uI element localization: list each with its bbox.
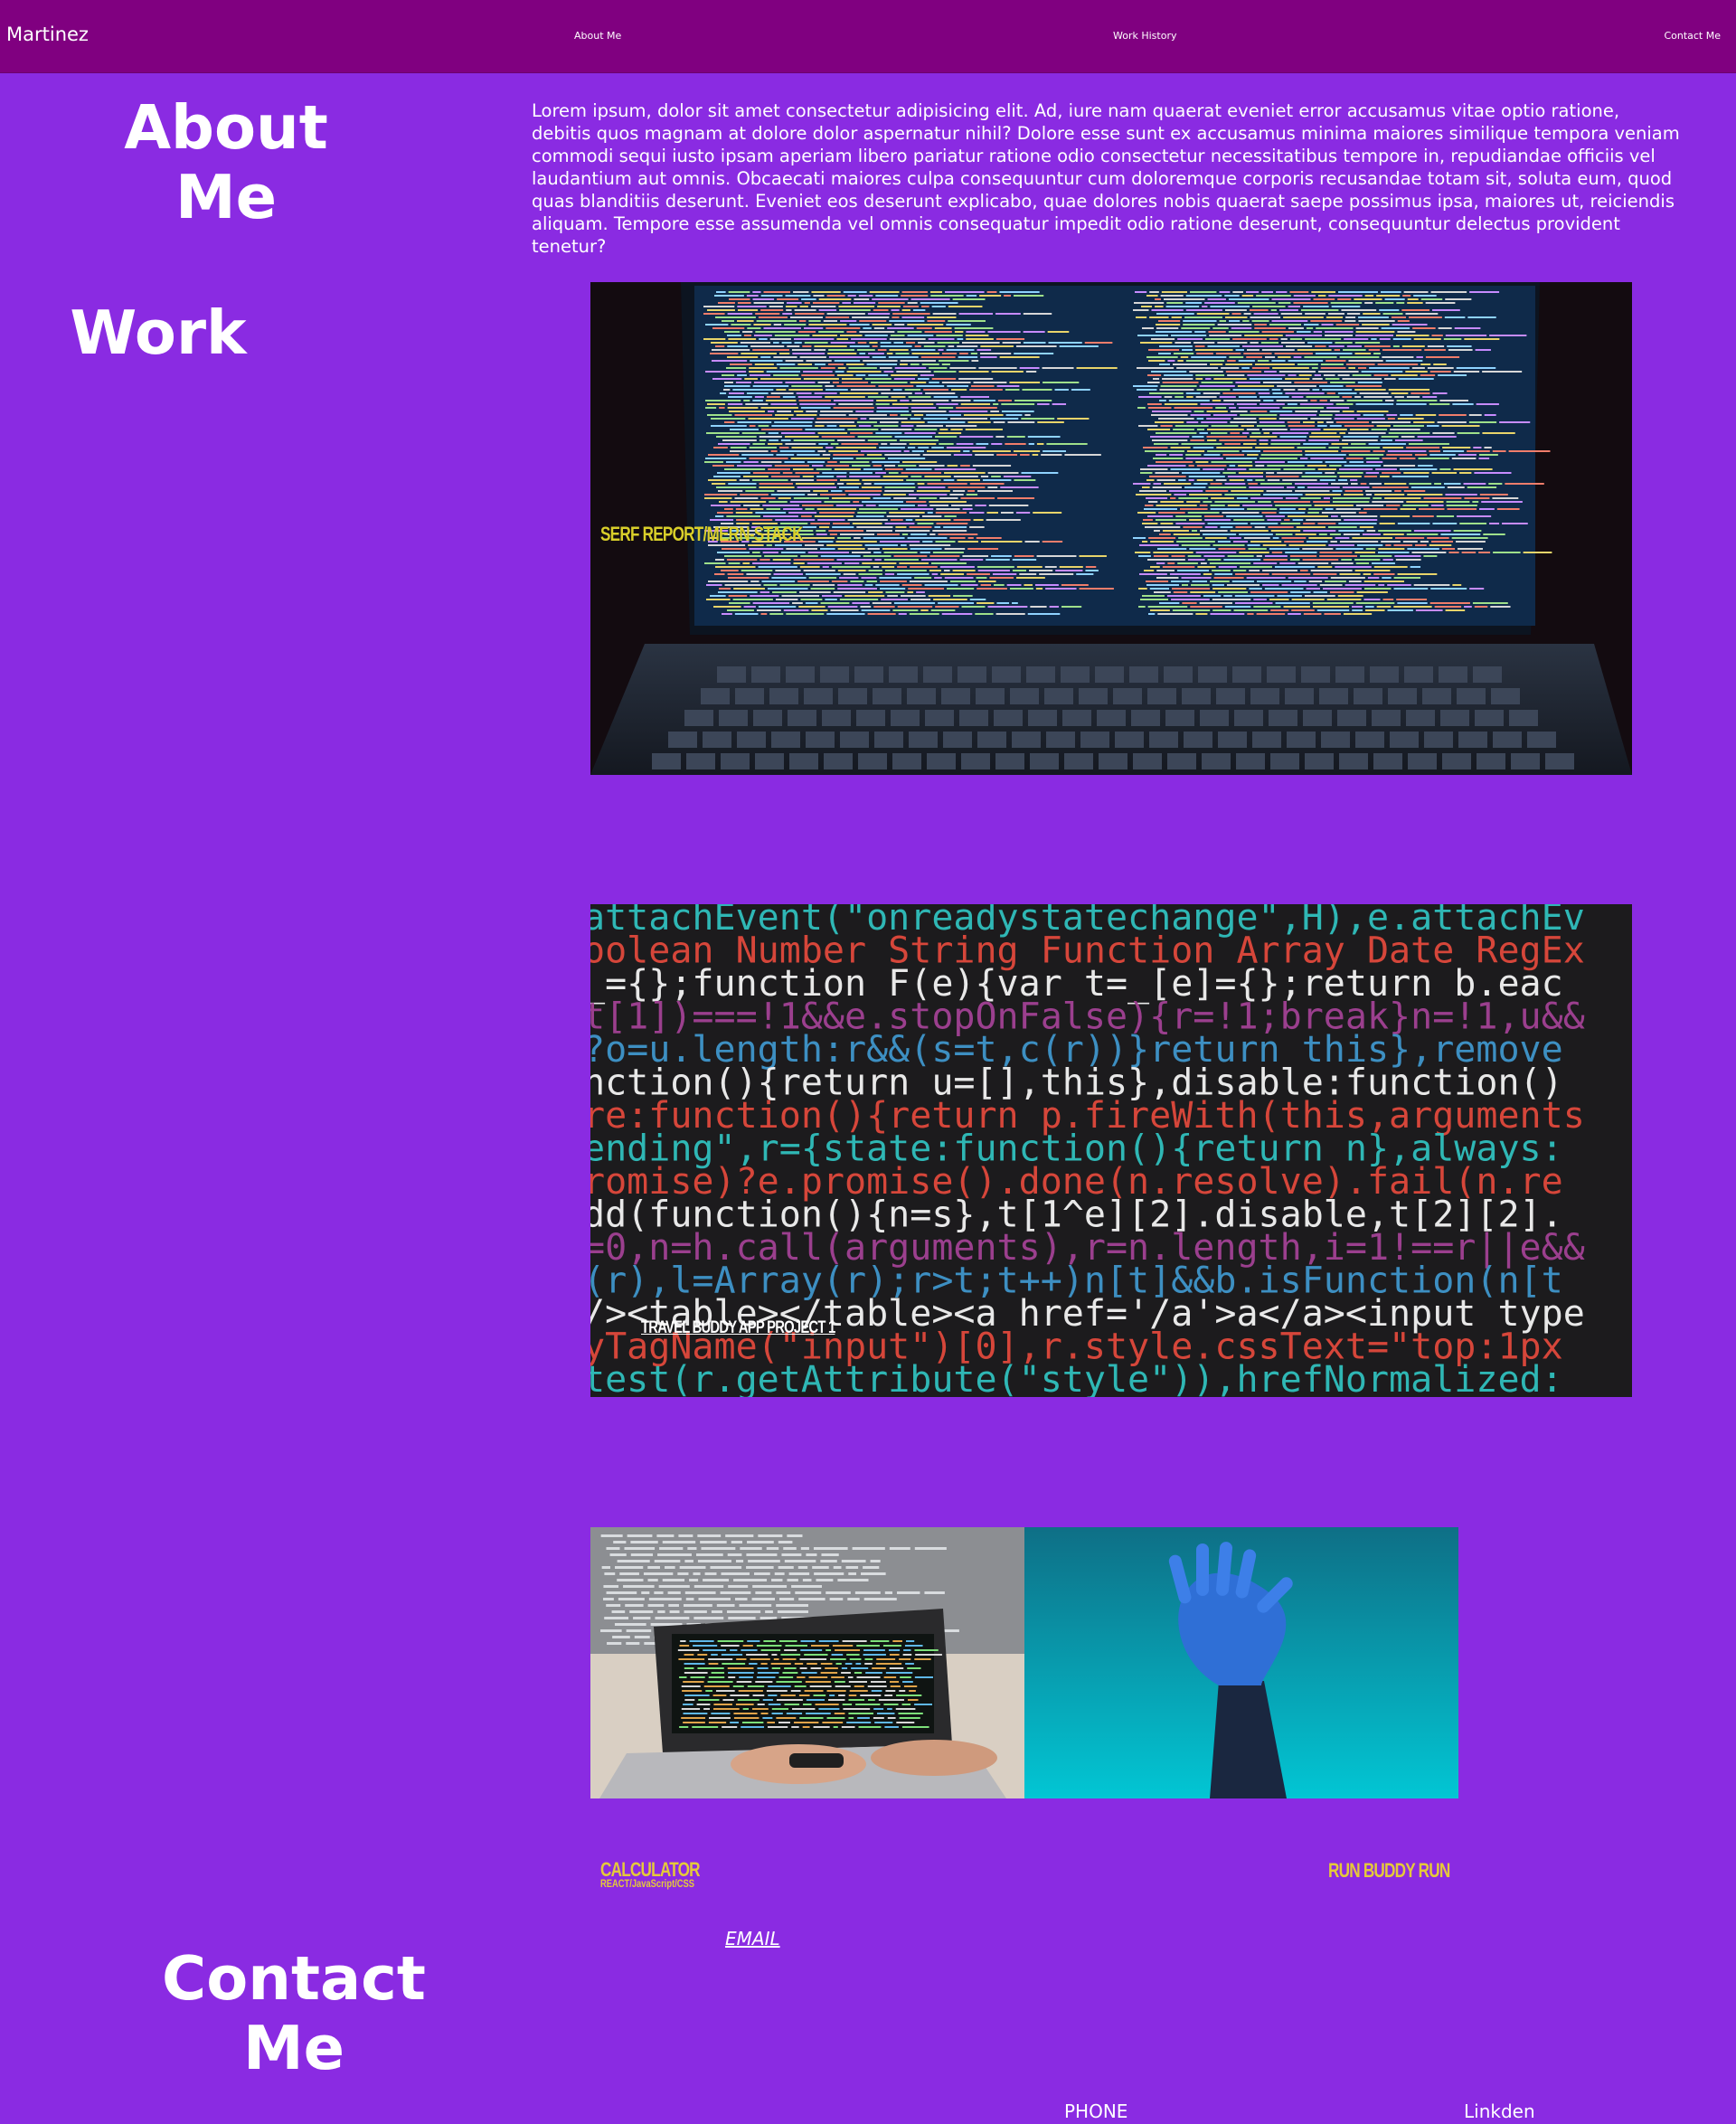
brand-name[interactable]: Martinez — [6, 24, 89, 45]
linkedin-link[interactable]: Linkden — [1464, 2100, 1535, 2122]
code-line: test(r.getAttribute("style")),hrefNormal… — [590, 1359, 1563, 1397]
project-image-calculator[interactable] — [590, 1527, 1024, 1798]
nav-link-contact-me[interactable]: Contact Me — [1664, 30, 1721, 42]
project-image-run-buddy[interactable] — [1024, 1527, 1458, 1798]
typing-laptop-illustration — [590, 1527, 1024, 1798]
nav-link-about-me[interactable]: About Me — [574, 30, 621, 42]
project-sublabel-calculator: REACT/JavaScript/CSS — [600, 1877, 695, 1890]
navbar: Martinez About Me Work History Contact M… — [0, 0, 1736, 73]
about-me-text: Lorem ipsum, dolor sit amet consectetur … — [532, 100, 1680, 257]
project-label-run-buddy[interactable]: RUN BUDDY RUN — [1328, 1859, 1450, 1883]
work-heading: Work — [70, 297, 247, 368]
nav-link-work-history[interactable]: Work History — [1113, 30, 1177, 42]
project-label-travel-buddy[interactable]: TRAVEL BUDDY APP PROJECT 1 — [641, 1318, 835, 1338]
phone-link[interactable]: PHONE — [1064, 2100, 1127, 2122]
about-me-heading: About Me — [124, 92, 328, 233]
contact-me-heading: Contact Me — [162, 1943, 426, 2084]
project-label-serf-report[interactable]: SERF REPORT/MERN-STACK — [600, 523, 804, 546]
email-link[interactable]: EMAIL — [725, 1928, 780, 1949]
robot-hand-illustration — [1024, 1527, 1458, 1798]
